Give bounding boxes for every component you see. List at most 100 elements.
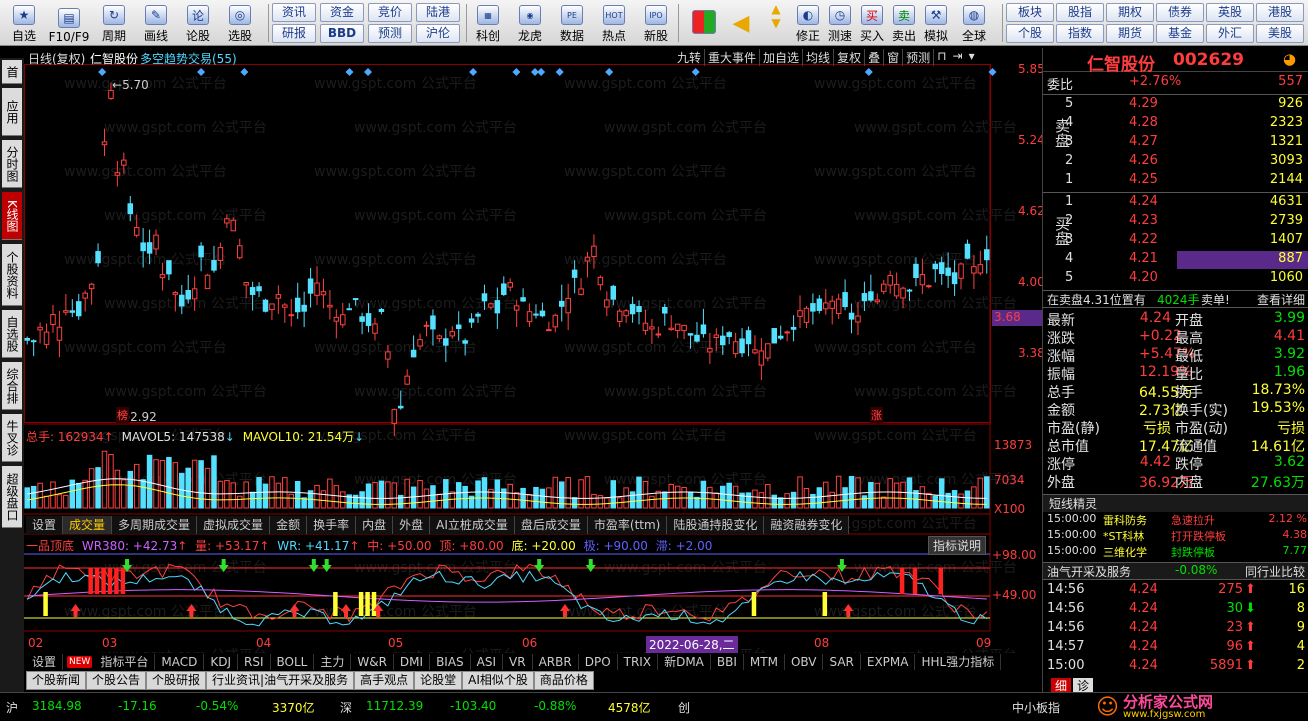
bottom-indicator-tab-20[interactable]: EXPMA — [861, 654, 916, 670]
chart-topbar-item-4[interactable]: 复权 — [834, 49, 866, 66]
toolbar-stock-pick-button[interactable]: ◎ 选股 — [220, 2, 260, 44]
bottom-indicator-tab-17[interactable]: MTM — [744, 654, 785, 670]
toolbar-fix-button[interactable]: ◐ 修正 — [792, 2, 824, 44]
board-label[interactable]: 中小板指 — [1012, 699, 1060, 716]
chart-topbar-item-1[interactable]: 重大事件 — [705, 49, 761, 66]
toolbar-data-button[interactable]: PE 数据 — [552, 2, 592, 44]
toolbar-longhu-button[interactable]: ◉ 龙虎 — [510, 2, 550, 44]
indicator-tab-2[interactable]: 多周期成交量 — [112, 516, 198, 534]
indicator-tab-1[interactable]: 成交量 — [63, 516, 113, 534]
indicator-tab-5[interactable]: 换手率 — [307, 516, 357, 534]
news-tab-2[interactable]: 个股研报 — [146, 671, 207, 690]
bottom-indicator-tab-2[interactable]: MACD — [155, 654, 205, 670]
bottom-indicator-tab-7[interactable]: W&R — [351, 654, 394, 670]
view-detail-link[interactable]: 查看详细 — [1257, 291, 1305, 308]
sidebar-tab-4[interactable]: 个股资料 — [2, 244, 22, 306]
news-tab-3[interactable]: 行业资讯|油气开采及服务 — [206, 671, 355, 690]
chart-topbar-item-6[interactable]: 窗 — [884, 49, 904, 66]
sidebar-tab-8[interactable]: 超级盘口 — [2, 466, 22, 528]
toolbar-period-button[interactable]: ↻ 周期 — [94, 2, 134, 44]
toolbar-btn-0-0[interactable]: 资讯 — [272, 3, 316, 22]
news-tab-1[interactable]: 个股公告 — [86, 671, 147, 690]
bottom-indicator-tab-0[interactable]: 设置 — [26, 654, 64, 670]
toolbar-draw-line-button[interactable]: ✎ 画线 — [136, 2, 176, 44]
toolbar-btn-1-1[interactable]: BBD — [320, 24, 364, 43]
toolbar-kechuang-button[interactable]: ▦ 科创 — [468, 2, 508, 44]
toolbar-market-btn-0-2[interactable]: 期权 — [1106, 3, 1154, 22]
toolbar-forum-button[interactable]: 论论股 — [178, 2, 218, 44]
ask-row[interactable]: 1 4.25 2144 — [1043, 172, 1308, 190]
toolbar-sim-button[interactable]: ⚒ 模拟 — [920, 2, 952, 44]
chart-topbar-item-2[interactable]: 加自选 — [760, 49, 804, 66]
news-tab-4[interactable]: 高手观点 — [354, 671, 415, 690]
kline-chart[interactable]: www.gspt.com 公式平台 www.gspt.com 公式平台 www.gs… — [24, 48, 1042, 664]
chart-topbar-item-7[interactable]: 预测 — [903, 49, 935, 66]
bottom-indicator-tab-12[interactable]: ARBR — [533, 654, 579, 670]
indicator-help-button[interactable]: 指标说明 — [928, 536, 987, 555]
indicator-tab-9[interactable]: 盘后成交量 — [514, 516, 588, 534]
toolbar-sell-button[interactable]: 卖卖出 — [888, 2, 920, 44]
toolbar-btn-1-2[interactable]: 预测 — [368, 24, 412, 43]
chart-area[interactable]: www.gspt.com 公式平台 www.gspt.com 公式平台 www.gs… — [24, 48, 1045, 664]
ask-row[interactable]: 2 4.26 3093 — [1043, 153, 1308, 171]
toolbar-up-button[interactable]: ▲ ▼ — [762, 2, 790, 44]
news-tab-5[interactable]: 论股堂 — [414, 671, 463, 690]
sidebar-tab-5[interactable]: 自选股 — [2, 310, 22, 358]
toolbar-star-button[interactable]: ★ 自选 — [4, 2, 44, 44]
sidebar-tab-0[interactable]: 首页 — [2, 60, 22, 84]
bottom-indicator-tab-6[interactable]: 主力 — [314, 654, 352, 670]
toolbar-btn-1-3[interactable]: 沪伦 — [416, 24, 460, 43]
bottom-indicator-tab-5[interactable]: BOLL — [271, 654, 315, 670]
bottom-indicator-tab-15[interactable]: 新DMA — [658, 654, 711, 670]
indicator-tab-10[interactable]: 市盈率(ttm) — [587, 516, 668, 534]
toolbar-btn-0-3[interactable]: 陆港 — [416, 3, 460, 22]
chart-topbar-item-3[interactable]: 均线 — [803, 49, 835, 66]
toolbar-btn-0-2[interactable]: 竞价 — [368, 3, 412, 22]
ask-row[interactable]: 4 4.28 2323 — [1043, 115, 1308, 133]
chart-topbar-item-5[interactable]: 叠 — [865, 49, 885, 66]
news-tab-0[interactable]: 个股新闻 — [26, 671, 87, 690]
bottom-indicator-tab-18[interactable]: OBV — [785, 654, 824, 670]
sidebar-tab-2[interactable]: 分时图 — [2, 140, 22, 188]
toolbar-speed-button[interactable]: ◷ 测速 — [824, 2, 856, 44]
bottom-indicator-tab-19[interactable]: SAR — [823, 654, 861, 670]
toolbar-btn-1-0[interactable]: 研报 — [272, 24, 316, 43]
sidebar-tab-7[interactable]: 牛叉诊股 — [2, 414, 22, 462]
bottom-indicator-tab-4[interactable]: RSI — [238, 654, 271, 670]
bottom-indicator-tab-8[interactable]: DMI — [394, 654, 431, 670]
pin-icon[interactable]: ⇥ — [950, 49, 966, 66]
chevron-down-icon[interactable]: ▾ — [966, 49, 978, 66]
ask-row[interactable]: 5 4.29 926 — [1043, 96, 1308, 114]
bid-row[interactable]: 4 4.21 887 — [1043, 251, 1308, 269]
indicator-tab-4[interactable]: 金额 — [270, 516, 308, 534]
bottom-indicator-tab-21[interactable]: HHL强力指标 — [915, 654, 1002, 670]
bid-row[interactable]: 5 4.20 1060 — [1043, 270, 1308, 288]
bid-row[interactable]: 1 4.24 4631 — [1043, 194, 1308, 212]
bid-row[interactable]: 3 4.22 1407 — [1043, 232, 1308, 250]
bottom-indicator-tab-10[interactable]: ASI — [471, 654, 504, 670]
news-tab-6[interactable]: AI相似个股 — [462, 671, 534, 690]
sector-compare-button[interactable]: 同行业比较 — [1245, 563, 1305, 580]
bottom-indicator-tab-11[interactable]: VR — [503, 654, 533, 670]
sidebar-tab-3[interactable]: K线图 — [2, 192, 22, 240]
toolbar-market-btn-1-3[interactable]: 基金 — [1156, 24, 1204, 43]
pie-chart-icon[interactable]: ◕ — [1283, 50, 1296, 68]
toolbar-ipo-button[interactable]: IPO 新股 — [636, 2, 676, 44]
indicator-tab-6[interactable]: 内盘 — [356, 516, 394, 534]
toolbar-market-btn-1-5[interactable]: 美股 — [1256, 24, 1304, 43]
toolbar-buy-button[interactable]: 买买入 — [856, 2, 888, 44]
sidebar-tab-6[interactable]: 综合排名 — [2, 362, 22, 410]
indicator-tab-3[interactable]: 虚拟成交量 — [197, 516, 271, 534]
bid-row[interactable]: 2 4.23 2739 — [1043, 213, 1308, 231]
chart-topbar-item-0[interactable]: 九转 — [674, 49, 706, 66]
short-term-item[interactable]: 15:00:00 三维化学 封跌停板 7.77 — [1043, 544, 1308, 562]
toolbar-market-btn-0-5[interactable]: 港股 — [1256, 3, 1304, 22]
bottom-indicator-tab-9[interactable]: BIAS — [430, 654, 471, 670]
toolbar-globe-button[interactable]: ◍ 全球 — [958, 2, 990, 44]
toolbar-market-btn-1-0[interactable]: 个股 — [1006, 24, 1054, 43]
bottom-indicator-tab-14[interactable]: TRIX — [618, 654, 659, 670]
bottom-indicator-tab-1[interactable]: 指标平台 — [94, 654, 156, 670]
toolbar-market-btn-0-4[interactable]: 英股 — [1206, 3, 1254, 22]
toolbar-market-btn-1-1[interactable]: 指数 — [1056, 24, 1104, 43]
toolbar-market-btn-1-4[interactable]: 外汇 — [1206, 24, 1254, 43]
